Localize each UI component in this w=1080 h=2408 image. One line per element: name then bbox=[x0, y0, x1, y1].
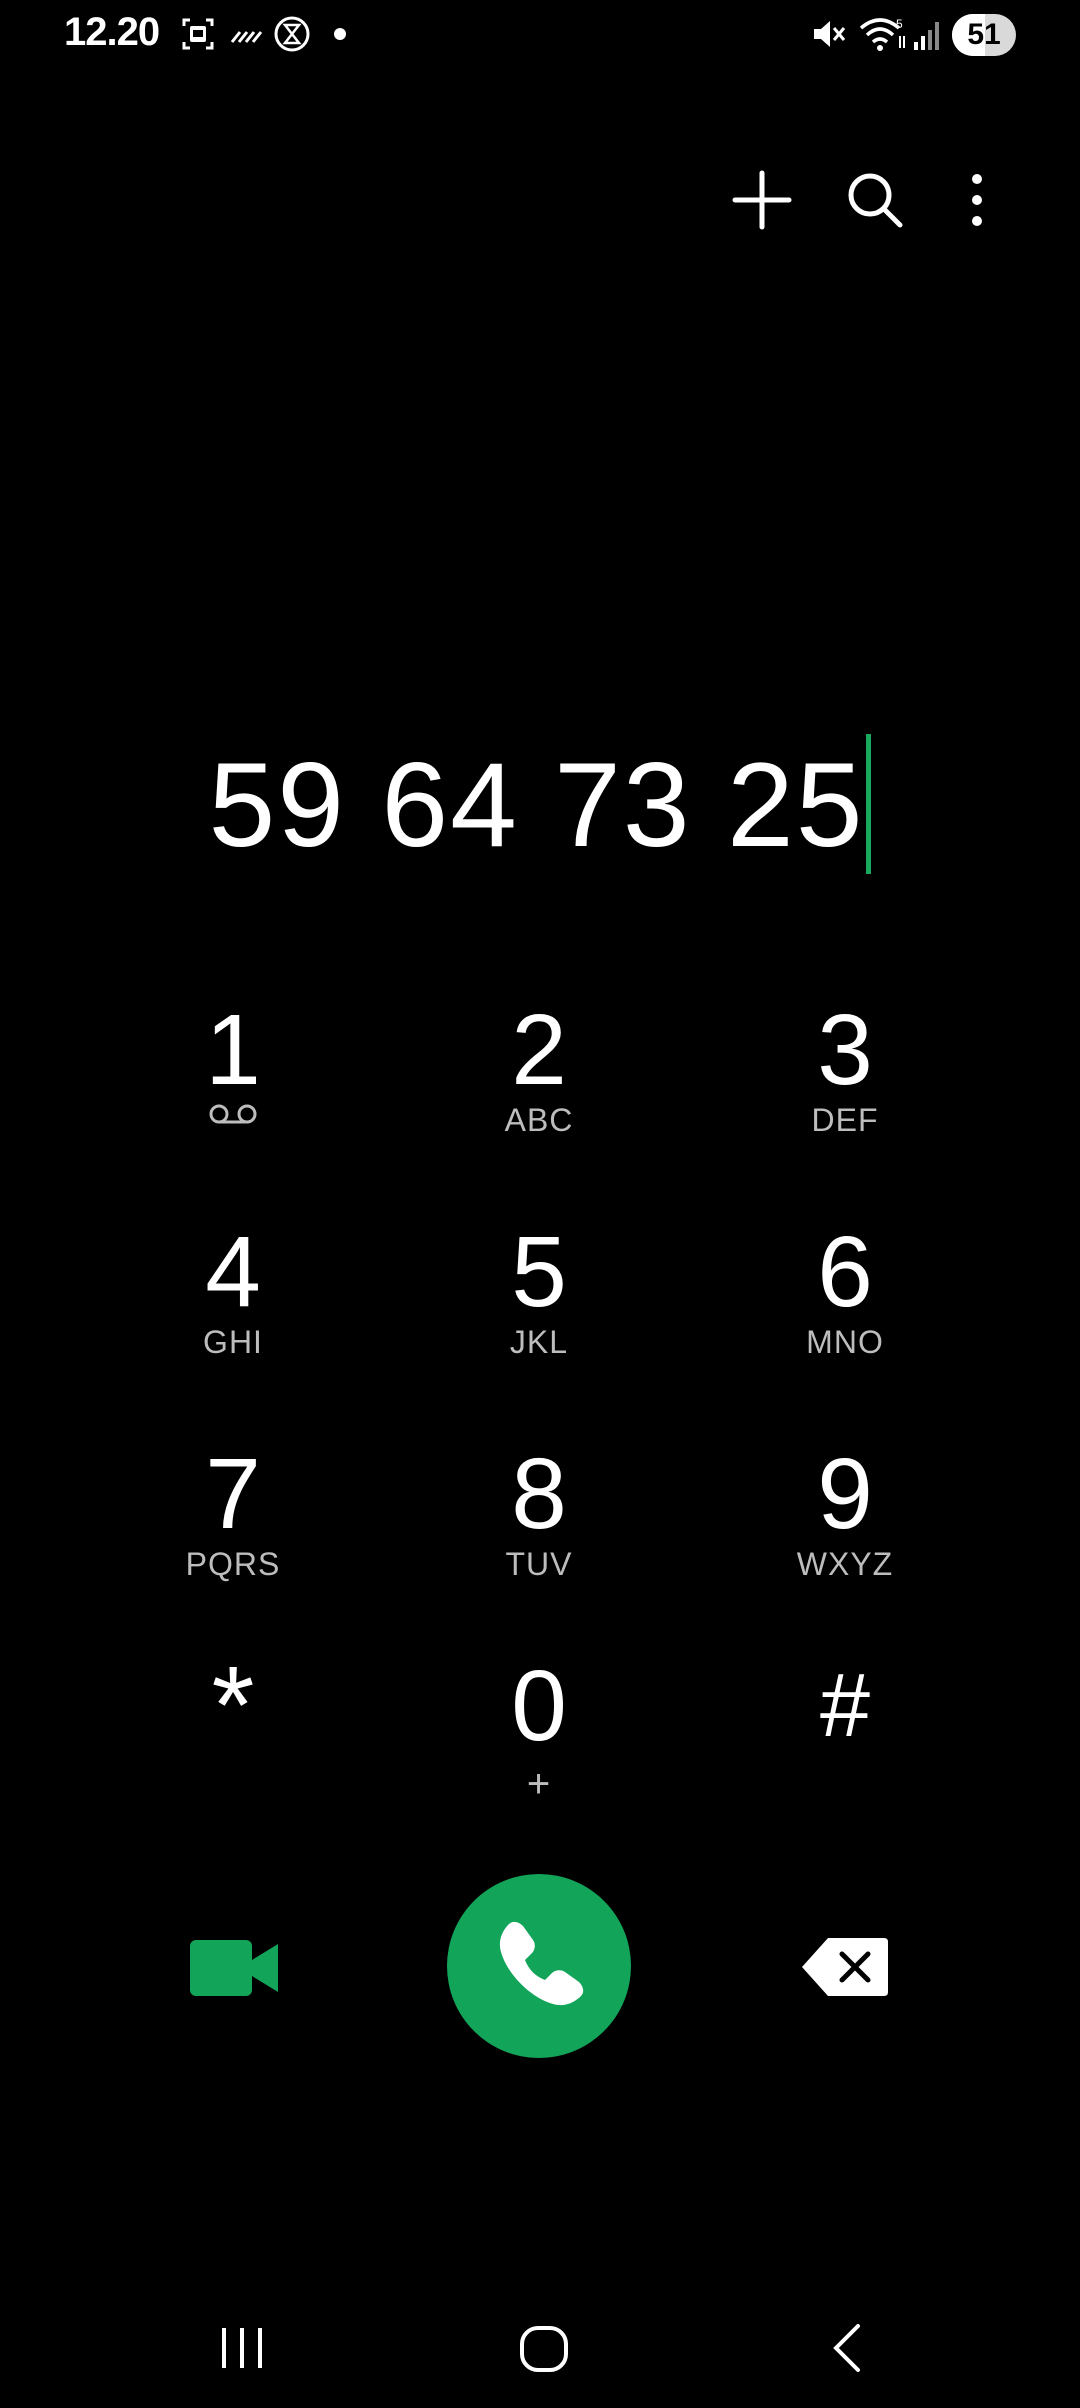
notification-dot-icon bbox=[334, 28, 346, 40]
key-digit: 3 bbox=[817, 994, 873, 1106]
key-digit: # bbox=[819, 1656, 871, 1756]
key-digit: 5 bbox=[511, 1216, 567, 1328]
add-icon[interactable] bbox=[727, 165, 797, 235]
key-7[interactable]: 7 PQRS bbox=[83, 1444, 383, 1644]
wifi-icon: 5 bbox=[859, 17, 905, 51]
key-letters: ABC bbox=[504, 1102, 574, 1138]
key-6[interactable]: 6 MNO bbox=[695, 1222, 995, 1422]
text-cursor bbox=[866, 734, 872, 874]
key-letters: WXYZ bbox=[796, 1546, 894, 1582]
key-letters: GHI bbox=[203, 1324, 263, 1360]
more-vert-icon[interactable] bbox=[942, 165, 1012, 235]
search-icon[interactable] bbox=[840, 165, 910, 235]
key-9[interactable]: 9 WXYZ bbox=[695, 1444, 995, 1644]
key-letters: TUV bbox=[505, 1546, 573, 1582]
battery-level: 51 bbox=[967, 18, 1001, 51]
key-letters: PQRS bbox=[185, 1546, 281, 1582]
screenshot-icon bbox=[182, 18, 214, 50]
video-call-icon[interactable] bbox=[190, 1938, 280, 1998]
key-digit: 7 bbox=[205, 1438, 261, 1550]
key-letters: DEF bbox=[811, 1102, 879, 1138]
call-button[interactable] bbox=[447, 1874, 631, 2058]
key-digit: 1 bbox=[205, 994, 261, 1106]
backspace-icon[interactable] bbox=[800, 1936, 890, 1998]
status-bar: 12.20 5 51 bbox=[0, 0, 1080, 72]
key-digit: 6 bbox=[817, 1216, 873, 1328]
key-5[interactable]: 5 JKL bbox=[389, 1222, 689, 1422]
key-8[interactable]: 8 TUV bbox=[389, 1444, 689, 1644]
key-letters: MNO bbox=[806, 1324, 884, 1360]
key-digit: 9 bbox=[817, 1438, 873, 1550]
svg-text:5: 5 bbox=[896, 17, 903, 31]
back-icon[interactable] bbox=[818, 2318, 878, 2378]
key-digit: 0 bbox=[511, 1650, 567, 1762]
key-digit: * bbox=[211, 1644, 255, 1767]
home-icon[interactable] bbox=[514, 2318, 574, 2378]
number-display[interactable]: 59 64 73 25 bbox=[0, 730, 1080, 880]
key-0[interactable]: 0 + bbox=[389, 1656, 689, 1856]
key-letters: + bbox=[526, 1762, 552, 1806]
hourglass-icon bbox=[274, 16, 310, 52]
key-hash[interactable]: # bbox=[695, 1656, 995, 1856]
cell-signal-icon bbox=[914, 22, 939, 50]
key-digit: 4 bbox=[205, 1216, 261, 1328]
signal-stripes-icon bbox=[230, 31, 263, 43]
status-time: 12.20 bbox=[64, 10, 160, 54]
key-1[interactable]: 1 bbox=[83, 1000, 383, 1200]
dialed-number: 59 64 73 25 bbox=[208, 738, 865, 872]
key-3[interactable]: 3 DEF bbox=[695, 1000, 995, 1200]
key-4[interactable]: 4 GHI bbox=[83, 1222, 383, 1422]
key-star[interactable]: * bbox=[83, 1644, 383, 1856]
mute-icon bbox=[814, 21, 846, 47]
phone-icon bbox=[499, 1921, 584, 2006]
recents-icon[interactable] bbox=[212, 2318, 272, 2378]
key-letters: JKL bbox=[509, 1324, 569, 1360]
key-2[interactable]: 2 ABC bbox=[389, 1000, 689, 1200]
battery-indicator: 51 bbox=[952, 14, 1016, 56]
key-digit: 2 bbox=[511, 994, 567, 1106]
key-digit: 8 bbox=[511, 1438, 567, 1550]
